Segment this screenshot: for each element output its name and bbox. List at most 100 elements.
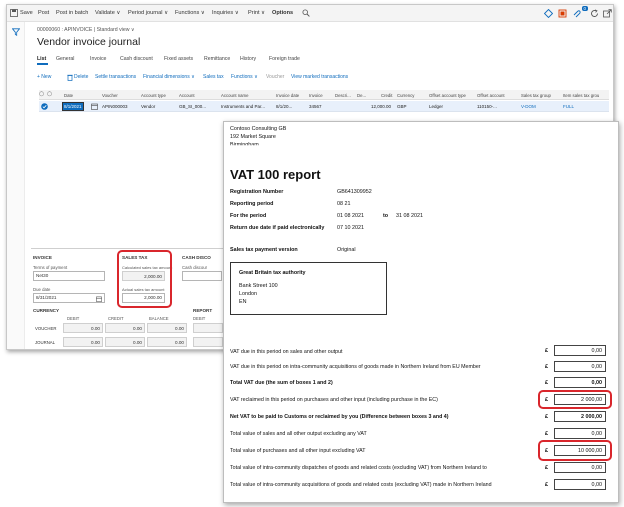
period-journal-menu[interactable]: Period journal ∨ <box>128 10 168 16</box>
tab-history[interactable]: History <box>240 56 256 62</box>
cell-invoice[interactable]: 34567 <box>309 104 322 109</box>
journal-balance-value: 0.00 <box>175 340 184 345</box>
tab-foreign-trade[interactable]: Foreign trade <box>269 56 300 62</box>
select-all-checkbox[interactable]: ◯ <box>39 91 44 97</box>
cell-item-sales-tax-group[interactable]: FULL <box>563 104 574 109</box>
registration-number-label: Registration Number <box>230 189 284 195</box>
cell-account-name[interactable]: Instruments and Par... <box>221 104 265 109</box>
diamond-icon[interactable] <box>544 9 553 18</box>
terms-of-payment-field[interactable]: Net30 <box>33 271 105 281</box>
view-marked-transactions-button[interactable]: View marked transactions <box>291 74 348 80</box>
vat-100-report: Contoso Consulting GB 192 Market Square … <box>223 121 619 503</box>
voucher-credit-field: 0.00 <box>105 323 145 333</box>
purchases-total-highlight <box>538 440 612 461</box>
vat-line-1-value: 0,00 <box>591 348 603 354</box>
col-sales-tax-group[interactable]: Sales tax group <box>521 93 551 98</box>
delete-icon <box>67 74 73 81</box>
office-icon[interactable] <box>558 9 567 18</box>
vat-line-9-currency: £ <box>545 482 549 488</box>
refresh-icon[interactable] <box>590 9 599 18</box>
validate-menu[interactable]: Validate ∨ <box>95 10 120 16</box>
col-currency[interactable]: Currency <box>397 93 414 98</box>
col-offset-account[interactable]: Offset account <box>477 93 505 98</box>
vat-line-3-value: 0,00 <box>591 380 603 386</box>
journal-credit-field: 0.00 <box>105 337 145 347</box>
cell-invoice-date[interactable]: 8/1/20... <box>276 104 292 109</box>
cell-offset-account[interactable]: 110150-... <box>477 104 497 109</box>
functions-menu[interactable]: Functions ∨ <box>175 10 205 16</box>
tab-remittance[interactable]: Remittance <box>204 56 230 62</box>
report-section-heading: REPORT <box>193 308 213 313</box>
col-invoice-date[interactable]: Invoice date <box>276 93 299 98</box>
col-credit[interactable]: Credit <box>381 93 392 98</box>
report-col-debit: DEBIT <box>193 316 206 321</box>
new-button[interactable]: + New <box>37 74 51 80</box>
cell-credit[interactable]: 12,000.00 <box>371 104 391 109</box>
post-in-batch-button[interactable]: Post in batch <box>56 10 88 16</box>
period-end-value: 31 08 2021 <box>396 213 423 219</box>
vat-line-3-box: 0,00 <box>554 377 606 388</box>
inquiries-menu[interactable]: Inquiries ∨ <box>212 10 239 16</box>
for-the-period-label: For the period <box>230 213 267 219</box>
tax-authority-street: Bank Street 100 <box>239 283 278 289</box>
grid-options-icon[interactable]: ◯ <box>47 91 52 97</box>
journal-debit-field: 0.00 <box>63 337 103 347</box>
save-icon <box>10 9 18 17</box>
currency-col-credit: CREDIT <box>108 316 124 321</box>
tab-fixed-assets[interactable]: Fixed assets <box>164 56 193 62</box>
popout-icon[interactable] <box>603 9 612 18</box>
print-menu[interactable]: Print ∨ <box>248 10 265 16</box>
col-description[interactable]: Descri... <box>335 93 351 98</box>
sales-tax-button[interactable]: Sales tax <box>203 74 224 80</box>
col-debit[interactable]: De... <box>357 93 366 98</box>
calendar-icon[interactable] <box>91 103 98 110</box>
tab-invoice[interactable]: Invoice <box>90 56 106 62</box>
functions-grid-menu[interactable]: Functions ∨ <box>231 74 258 80</box>
calendar-icon[interactable] <box>96 296 102 302</box>
col-voucher[interactable]: Voucher <box>102 93 118 98</box>
tab-general[interactable]: General <box>56 56 74 62</box>
vat-line-3-label: Total VAT due (the sum of boxes 1 and 2) <box>230 380 333 386</box>
voucher-balance-field: 0.00 <box>147 323 187 333</box>
tax-authority-name: Great Britain tax authority <box>239 270 306 276</box>
tab-list[interactable]: List <box>37 56 46 62</box>
vat-line-6-currency: £ <box>545 431 549 437</box>
settle-transactions-button[interactable]: Settle transactions <box>95 74 136 80</box>
cell-account[interactable]: GB_SI_000... <box>179 104 206 109</box>
delete-button[interactable]: Delete <box>74 74 88 80</box>
currency-col-debit: DEBIT <box>67 316 80 321</box>
post-button[interactable]: Post <box>38 10 49 16</box>
cell-currency[interactable]: GBP <box>397 104 407 109</box>
col-item-sales-tax-group[interactable]: Item sales tax grou <box>563 93 599 98</box>
col-account-type[interactable]: Account type <box>141 93 166 98</box>
vat-line-1-currency: £ <box>545 348 549 354</box>
due-date-field[interactable]: 8/31/2021 <box>33 293 105 303</box>
currency-col-balance: BALANCE <box>149 316 169 321</box>
cash-discount-field[interactable] <box>182 271 222 281</box>
col-invoice[interactable]: Invoice <box>309 93 323 98</box>
company-address-line1: 192 Market Square <box>230 134 276 140</box>
attach-icon[interactable] <box>572 9 581 18</box>
cell-date[interactable]: 8/1/2021 <box>62 102 84 111</box>
cell-voucher[interactable]: APIN000003 <box>102 104 128 109</box>
table-row[interactable]: 8/1/2021 APIN000003 Vendor GB_SI_000... … <box>39 101 609 112</box>
row-checked-icon[interactable] <box>41 103 48 110</box>
col-account[interactable]: Account <box>179 93 195 98</box>
cell-sales-tax-group[interactable]: V-DOM <box>521 104 536 109</box>
cell-account-type[interactable]: Vendor <box>141 104 155 109</box>
terms-of-payment-label: Terms of payment <box>33 265 68 270</box>
col-offset-account-type[interactable]: Offset account type <box>429 93 466 98</box>
financial-dimensions-menu[interactable]: Financial dimensions ∨ <box>143 74 195 80</box>
options-tab[interactable]: Options <box>272 10 293 16</box>
save-button[interactable]: Save <box>20 10 33 16</box>
filter-icon[interactable] <box>12 28 20 36</box>
col-date[interactable]: Date <box>64 93 73 98</box>
voucher-button[interactable]: Voucher <box>266 74 284 80</box>
breadcrumb[interactable]: 00000060 : APINVOICE | Standard view ∨ <box>37 27 135 33</box>
col-account-name[interactable]: Account name <box>221 93 248 98</box>
cell-offset-account-type[interactable]: Ledger <box>429 104 443 109</box>
vat-line-5-box: 2 000,00 <box>554 411 606 422</box>
tab-cash-discount[interactable]: Cash discount <box>120 56 153 62</box>
period-start-value: 01 08 2021 <box>337 213 364 219</box>
search-icon[interactable] <box>302 9 310 17</box>
